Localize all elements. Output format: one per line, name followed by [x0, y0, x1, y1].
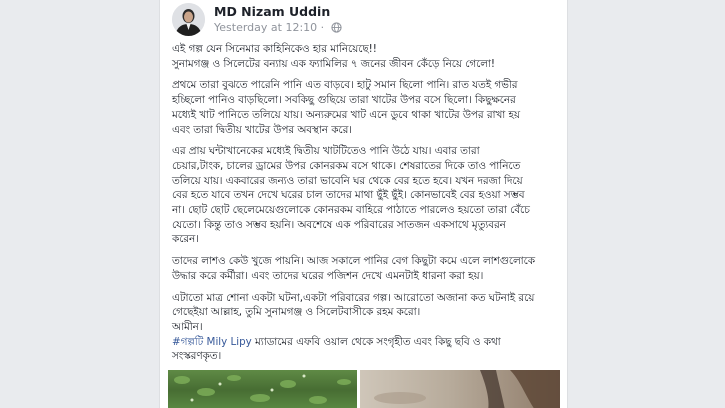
text-line: উদ্ধার করে কর্মীরা। এবং তাদের ঘরের পজিশন… — [172, 269, 484, 282]
paragraph: এই গল্প যেন সিনেমার কাহিনিকেও হার মানিয়… — [172, 42, 556, 71]
text-line: এই গল্প যেন সিনেমার কাহিনিকেও হার মানিয়… — [172, 43, 377, 55]
text-line: যেতো। কিন্তু তাও সম্ভব হয়নি। অবশেষে এক … — [172, 218, 506, 231]
ground-scene-image — [374, 370, 560, 408]
paragraph: তাদের লাশও কেউ খুজে পায়নি। আজ সকালে পান… — [172, 254, 556, 283]
post-card: MD Nizam Uddin Yesterday at 12:10 · এই গ… — [159, 0, 568, 408]
post-photo[interactable] — [360, 370, 560, 408]
hashtag-link[interactable]: #গল্পটি Mily Lipy — [172, 336, 252, 348]
text-line: আমীন। — [172, 320, 203, 333]
text-line: প্রথমে তারা বুঝতে পারেনি পানি এত বাড়বে।… — [172, 79, 518, 92]
text-line: মধ্যেই খাট পানিতে তলিয়ে যায়। অন্যরুমের… — [172, 108, 520, 121]
paragraph: এর প্রায় ঘন্টাখানেকের মধ্যেই দ্বিতীয় খ… — [172, 144, 556, 247]
text-line: সংস্করণকৃত। — [172, 350, 222, 363]
text-line: হচ্ছিলো পানিও বাড়ছিলো। সবকিছু গুছিয়ে ত… — [172, 94, 516, 107]
text-line: না। ছোট ছোট ছেলেমেয়েগুলোকে কোনরকম বাহির… — [172, 204, 530, 217]
paragraph: প্রথমে তারা বুঝতে পারেনি পানি এত বাড়বে।… — [172, 78, 556, 137]
author-name[interactable]: MD Nizam Uddin — [214, 4, 330, 19]
water-plants-image — [174, 374, 351, 404]
text-line: এবং তারা দ্বিতীয় খাটের উপর অবস্থান করে। — [172, 123, 352, 136]
meta-separator: · — [320, 21, 325, 34]
post-photo[interactable] — [168, 370, 357, 408]
photo-grid — [168, 370, 560, 408]
text-line: এটাতো মাত্র শোনা একটা ঘটনা,একটা পরিবারের… — [172, 291, 535, 304]
credit-text: ম্যাডামের এফবি ওয়াল থেকে সংগৃহীত এবং কি… — [251, 335, 501, 348]
text-line: করেন। — [172, 233, 199, 246]
text-line: গেছেইয়া আল্লাহ, তুমি সুনামগঞ্জ ও সিলেটব… — [172, 306, 421, 319]
post-meta: Yesterday at 12:10 · — [214, 21, 342, 36]
post-header: MD Nizam Uddin Yesterday at 12:10 · — [172, 3, 552, 37]
paragraph: এটাতো মাত্র শোনা একটা ঘটনা,একটা পরিবারের… — [172, 291, 556, 365]
text-line: এর প্রায় ঘন্টাখানেকের মধ্যেই দ্বিতীয় খ… — [172, 145, 480, 158]
post-timestamp[interactable]: Yesterday at 12:10 — [214, 21, 317, 34]
globe-icon[interactable] — [331, 22, 342, 36]
text-line: বের হতে যাবে তখন দেখে ঘরের চাল তাদের মাথ… — [172, 189, 525, 202]
post-body: এই গল্প যেন সিনেমার কাহিনিকেও হার মানিয়… — [172, 42, 556, 371]
avatar[interactable] — [172, 3, 205, 36]
text-line: #গল্পটি Mily Lipy ম্যাডামের এফবি ওয়াল থ… — [172, 335, 556, 350]
text-line: চেয়ার,টাংক, চালের ড্রামের উপর কোনরকম বস… — [172, 159, 521, 172]
text-line: তাদের লাশও কেউ খুজে পায়নি। আজ সকালে পান… — [172, 255, 535, 268]
profile-photo-icon — [172, 3, 205, 36]
text-line: সুনামগঞ্জ ও সিলেটের বন্যায় এক ফ্যামিলির… — [172, 57, 496, 70]
text-line: তলিয়ে যায়। একবারের জন্যও তারা ভাবেনি ঘ… — [172, 174, 523, 187]
